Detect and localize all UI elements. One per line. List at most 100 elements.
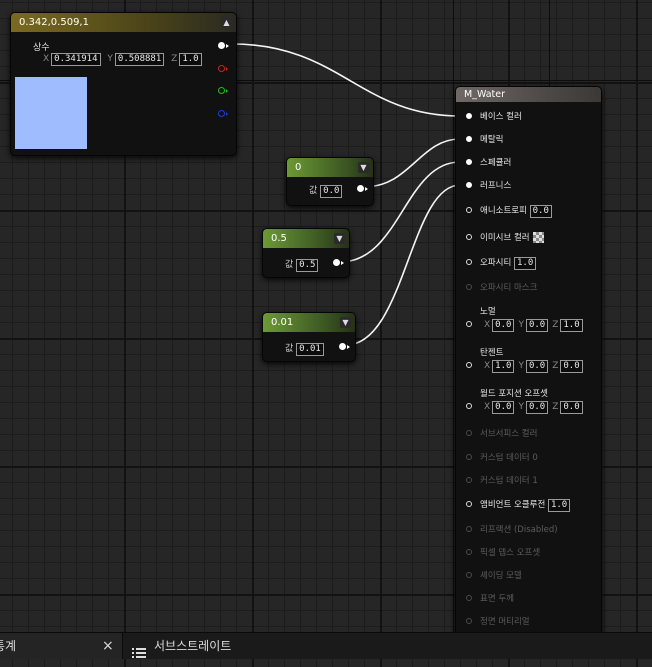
y-value-input[interactable]: 0.508881 — [114, 53, 165, 66]
scalar-node-0[interactable]: 0 ▼ 값 0.0 — [286, 157, 374, 206]
output-pin-g[interactable] — [218, 87, 228, 94]
x-axis-label: X — [43, 54, 50, 64]
tangent-z-input[interactable]: 0.0 — [560, 360, 583, 373]
scalar-0-01-value-input[interactable]: 0.01 — [296, 343, 324, 356]
normal-y-input[interactable]: 0.0 — [525, 319, 549, 332]
input-pin[interactable] — [466, 321, 472, 327]
material-node-header[interactable]: M_Water — [456, 87, 601, 102]
z-value-input[interactable]: 1.0 — [179, 53, 202, 66]
scalar-node-0-01[interactable]: 0.01 ▼ 값 0.01 — [262, 312, 356, 362]
tab-stats-label: 통계 — [0, 639, 17, 653]
tangent-x-input[interactable]: 1.0 — [492, 360, 515, 373]
pin-world-position-offset[interactable]: 월드 포지션 오프셋 — [466, 387, 548, 401]
tangent-vector-row: X 1.0 Y 0.0 Z 0.0 — [466, 359, 583, 373]
pin-label: 리프랙션 (Disabled) — [480, 525, 558, 535]
pin-tangent[interactable]: 탄젠트 — [466, 346, 503, 360]
pin-normal[interactable]: 노멀 — [466, 305, 496, 319]
pin-custom-data-0: 커스텀 데이터 0 — [466, 451, 538, 465]
input-pin — [466, 549, 472, 555]
input-pin — [466, 618, 472, 624]
pin-label: 스페큘러 — [480, 158, 512, 168]
pin-label: 앰비언트 오클루전 — [480, 500, 546, 510]
normal-x-input[interactable]: 0.0 — [492, 319, 515, 332]
x-axis-label: X — [484, 320, 491, 330]
output-pin-rgb[interactable] — [218, 42, 229, 49]
material-graph-canvas[interactable]: 0.342,0.509,1 ▲ 상수 X 0.341914 Y 0.508881 Z… — [0, 0, 652, 634]
constant-vector-node[interactable]: 0.342,0.509,1 ▲ 상수 X 0.341914 Y 0.508881 Z… — [10, 12, 237, 156]
input-pin[interactable] — [466, 501, 472, 507]
z-axis-label: Z — [171, 54, 178, 64]
wire-roughness — [345, 184, 461, 346]
input-pin[interactable] — [466, 207, 472, 213]
scalar-0-01-output-pin[interactable] — [339, 343, 350, 350]
z-axis-label: Z — [552, 361, 559, 371]
x-axis-label: X — [484, 402, 491, 412]
tangent-y-input[interactable]: 0.0 — [525, 360, 549, 373]
pin-metallic[interactable]: 메탈릭 — [466, 133, 503, 147]
collapse-chevron-icon[interactable]: ▲ — [221, 17, 232, 28]
input-pin[interactable] — [466, 234, 472, 240]
input-pin[interactable] — [466, 182, 472, 188]
pin-specular[interactable]: 스페큘러 — [466, 156, 511, 170]
input-pin[interactable] — [466, 259, 472, 265]
input-pin[interactable] — [466, 159, 472, 165]
y-axis-label: Y — [107, 54, 113, 64]
input-pin[interactable] — [466, 403, 472, 409]
output-pin-r[interactable] — [218, 65, 228, 72]
pin-refraction: 리프랙션 (Disabled) — [466, 523, 558, 537]
material-node-title: M_Water — [464, 89, 506, 100]
anisotropy-value-input[interactable]: 0.0 — [529, 205, 552, 218]
pin-ambient-occlusion[interactable]: 앰비언트 오클루전 1.0 — [466, 498, 571, 512]
scalar-node-0-01-header[interactable]: 0.01 ▼ — [263, 313, 355, 332]
pin-label: 정면 머티리얼 — [480, 617, 530, 627]
pin-label: 애니소트로피 — [480, 206, 527, 216]
pin-label: 커스텀 데이터 1 — [480, 476, 538, 486]
scalar-0-5-value-input[interactable]: 0.5 — [296, 259, 319, 272]
pin-label: 러프니스 — [480, 181, 512, 191]
input-pin — [466, 284, 472, 290]
pin-label: 탄젠트 — [480, 348, 504, 358]
pin-anisotropy[interactable]: 애니소트로피 0.0 — [466, 204, 552, 218]
scalar-0-output-pin[interactable] — [357, 185, 368, 192]
pin-label: 이미시브 컬러 — [480, 233, 530, 243]
pin-label: 서브서피스 컬러 — [480, 429, 538, 439]
color-picker-swatch[interactable] — [532, 232, 544, 243]
grid-line — [453, 0, 454, 632]
input-pin[interactable] — [466, 362, 472, 368]
pin-opacity[interactable]: 오파시티 1.0 — [466, 256, 537, 270]
tab-substrate[interactable]: 서브스트레이트 — [132, 633, 272, 659]
chevron-down-icon[interactable]: ▼ — [358, 162, 369, 173]
pin-label: 셰이딩 모델 — [480, 571, 522, 581]
scalar-0-value-input[interactable]: 0.0 — [320, 185, 343, 198]
material-result-node[interactable]: M_Water 베이스 컬러 메탈릭 스페큘러 러프니스 애니소트로피 0.0 … — [455, 86, 602, 634]
input-pin[interactable] — [466, 113, 472, 119]
wpo-x-input[interactable]: 0.0 — [492, 401, 515, 414]
bottom-tab-bar: 통계 × 서브스트레이트 — [0, 632, 652, 659]
pin-label: 노멀 — [480, 307, 496, 317]
pin-emissive-color[interactable]: 이미시브 컬러 — [466, 231, 544, 245]
chevron-down-icon[interactable]: ▼ — [340, 317, 351, 328]
scalar-node-0-5[interactable]: 0.5 ▼ 값 0.5 — [262, 228, 350, 278]
constant-node-header[interactable]: 0.342,0.509,1 ▲ — [11, 13, 236, 32]
wpo-y-input[interactable]: 0.0 — [525, 401, 549, 414]
chevron-down-icon[interactable]: ▼ — [334, 233, 345, 244]
normal-z-input[interactable]: 1.0 — [560, 319, 583, 332]
pin-opacity-mask: 오파시티 마스크 — [466, 281, 537, 295]
wire-metallic — [363, 138, 461, 188]
pin-base-color[interactable]: 베이스 컬러 — [466, 110, 522, 124]
tab-stats[interactable]: 통계 × — [0, 633, 123, 659]
scalar-0-5-output-pin[interactable] — [333, 259, 344, 266]
wpo-z-input[interactable]: 0.0 — [560, 401, 583, 414]
pin-label: 커스텀 데이터 0 — [480, 453, 538, 463]
x-value-input[interactable]: 0.341914 — [51, 53, 101, 66]
pin-roughness[interactable]: 러프니스 — [466, 179, 511, 193]
output-pin-b[interactable] — [218, 110, 228, 117]
opacity-value-input[interactable]: 1.0 — [513, 257, 537, 270]
ao-value-input[interactable]: 1.0 — [547, 499, 571, 512]
scalar-node-0-header[interactable]: 0 ▼ — [287, 158, 373, 177]
input-pin[interactable] — [466, 136, 472, 142]
close-icon[interactable]: × — [102, 633, 114, 659]
vector-fields: X 0.341914 Y 0.508881 Z 1.0 — [39, 53, 202, 66]
scalar-node-0-5-header[interactable]: 0.5 ▼ — [263, 229, 349, 248]
color-swatch — [15, 77, 87, 149]
